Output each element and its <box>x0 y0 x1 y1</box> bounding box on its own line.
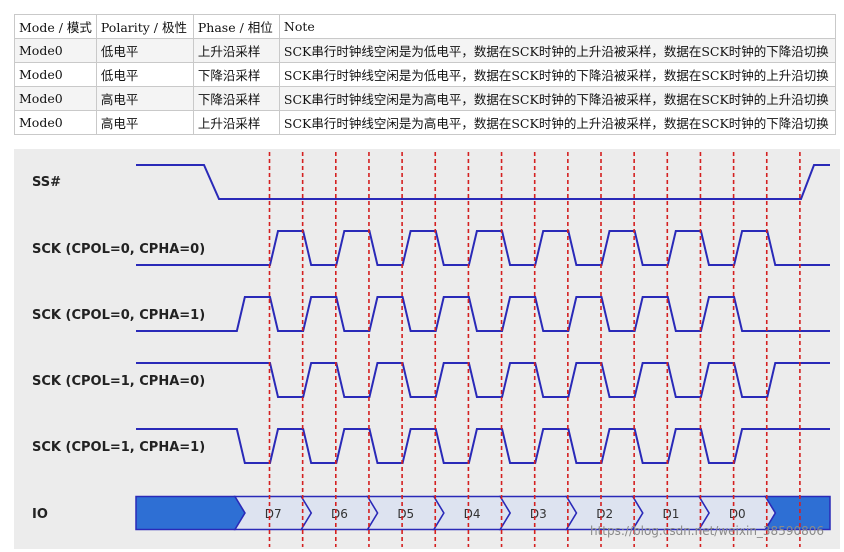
spi-timing-diagram: SS# SCK (CPOL=0, CPHA=0) SCK (CPOL=0, CPHA… <box>14 149 840 549</box>
bus-bit-label: D3 <box>530 507 547 521</box>
table-row: Mode0 低电平 下降沿采样 SCK串行时钟线空闲是为低电平，数据在SCK时钟… <box>14 62 836 87</box>
bus-idle-block <box>135 495 246 531</box>
signal-label: SCK (CPOL=1, CPHA=0) <box>32 374 205 389</box>
cell-mode: Mode0 <box>14 62 97 87</box>
header-note: Note <box>278 14 836 39</box>
signal-label: SCK (CPOL=0, CPHA=1) <box>32 308 205 323</box>
signal-label: SS# <box>32 175 61 190</box>
spi-mode-table: Mode / 模式 Polarity / 极性 Phase / 相位 Note … <box>14 14 836 135</box>
table-header-row: Mode / 模式 Polarity / 极性 Phase / 相位 Note <box>14 14 836 39</box>
sck-waveform <box>136 230 830 266</box>
header-mode: Mode / 模式 <box>14 14 97 39</box>
cell-phase: 下降沿采样 <box>192 62 280 87</box>
cell-polarity: 低电平 <box>95 62 194 87</box>
cell-phase: 下降沿采样 <box>192 86 280 111</box>
sck-waveform <box>136 428 830 464</box>
cell-note: SCK串行时钟线空闲是为低电平，数据在SCK时钟的下降沿被采样，数据在SCK时钟… <box>278 62 836 87</box>
bus-bit-label: D6 <box>331 507 348 521</box>
header-polarity: Polarity / 极性 <box>95 14 194 39</box>
timing-diagram-canvas: SS# SCK (CPOL=0, CPHA=0) SCK (CPOL=0, CPHA… <box>32 152 831 547</box>
signal-label: SCK (CPOL=1, CPHA=1) <box>32 440 205 455</box>
cell-polarity: 高电平 <box>95 86 194 111</box>
cell-note: SCK串行时钟线空闲是为高电平，数据在SCK时钟的上升沿被采样，数据在SCK时钟… <box>278 110 836 135</box>
table-row: Mode0 高电平 上升沿采样 SCK串行时钟线空闲是为高电平，数据在SCK时钟… <box>14 110 836 135</box>
cell-mode: Mode0 <box>14 38 97 63</box>
cell-note: SCK串行时钟线空闲是为高电平，数据在SCK时钟的下降沿被采样，数据在SCK时钟… <box>278 86 836 111</box>
cell-polarity: 低电平 <box>95 38 194 63</box>
bus-bit-label: D0 <box>729 507 746 521</box>
table-row: Mode0 低电平 上升沿采样 SCK串行时钟线空闲是为低电平，数据在SCK时钟… <box>14 38 836 63</box>
cell-phase: 上升沿采样 <box>192 110 280 135</box>
watermark-url: https://blog.csdn.net/weixin_38590806 <box>590 524 824 538</box>
bus-bit-label: D4 <box>464 507 481 521</box>
signal-label: SCK (CPOL=0, CPHA=0) <box>32 242 205 257</box>
bus-bit-label: D2 <box>596 507 613 521</box>
cell-note: SCK串行时钟线空闲是为低电平，数据在SCK时钟的上升沿被采样，数据在SCK时钟… <box>278 38 836 63</box>
table-row: Mode0 高电平 下降沿采样 SCK串行时钟线空闲是为高电平，数据在SCK时钟… <box>14 86 836 111</box>
bus-bit-label: D1 <box>663 507 680 521</box>
signal-label: IO <box>32 507 48 522</box>
bus-bit-label: D7 <box>265 507 282 521</box>
cell-mode: Mode0 <box>14 110 97 135</box>
cell-phase: 上升沿采样 <box>192 38 280 63</box>
ss-waveform <box>136 164 830 200</box>
bus-bit-label: D5 <box>397 507 414 521</box>
sck-waveform <box>136 362 830 398</box>
header-phase: Phase / 相位 <box>192 14 280 39</box>
cell-mode: Mode0 <box>14 86 97 111</box>
sck-waveform <box>136 296 830 332</box>
cell-polarity: 高电平 <box>95 110 194 135</box>
